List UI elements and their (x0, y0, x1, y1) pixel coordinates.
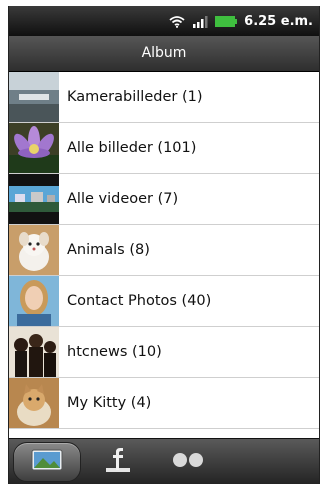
album-screen: 6.25 e.m. Album Kamerabilleder (1) Alle … (8, 6, 320, 484)
album-item-alle-videoer[interactable]: Alle videoer (7) (9, 174, 319, 225)
album-label: htcnews (10) (67, 344, 162, 360)
album-label: Animals (8) (67, 242, 150, 258)
tab-flickr[interactable] (155, 443, 221, 481)
kitty-thumbnail-icon (9, 378, 59, 428)
camera-thumbnail-icon (9, 72, 59, 122)
album-item-animals[interactable]: Animals (8) (9, 225, 319, 276)
people-thumbnail-icon (9, 327, 59, 377)
album-item-alle-billeder[interactable]: Alle billeder (101) (9, 123, 319, 174)
album-label: Kamerabilleder (1) (67, 89, 203, 105)
album-label: Alle billeder (101) (67, 140, 197, 156)
contact-thumbnail-icon (9, 276, 59, 326)
flickr-icon (171, 452, 205, 472)
flower-thumbnail-icon (9, 123, 59, 173)
album-item-kamerabilleder[interactable]: Kamerabilleder (1) (9, 72, 319, 123)
facebook-icon (104, 446, 132, 478)
status-time: 6.25 e.m. (244, 13, 313, 29)
wifi-icon (169, 15, 185, 28)
album-label: Alle videoer (7) (67, 191, 179, 207)
album-item-contact-photos[interactable]: Contact Photos (40) (9, 276, 319, 327)
bottom-tab-bar (9, 438, 319, 484)
album-icon (31, 449, 63, 475)
album-label: Contact Photos (40) (67, 293, 212, 309)
tab-albums[interactable] (13, 441, 81, 482)
video-thumbnail-icon (9, 174, 59, 224)
status-bar: 6.25 e.m. (9, 6, 319, 36)
album-item-my-kitty[interactable]: My Kitty (4) (9, 378, 319, 429)
battery-icon (215, 15, 238, 27)
tab-facebook[interactable] (85, 443, 151, 481)
album-item-htcnews[interactable]: htcnews (10) (9, 327, 319, 378)
album-list: Kamerabilleder (1) Alle billeder (101) A… (9, 72, 319, 429)
album-label: My Kitty (4) (67, 395, 152, 411)
animal-thumbnail-icon (9, 225, 59, 275)
signal-icon (192, 15, 208, 28)
page-title: Album (9, 36, 319, 72)
